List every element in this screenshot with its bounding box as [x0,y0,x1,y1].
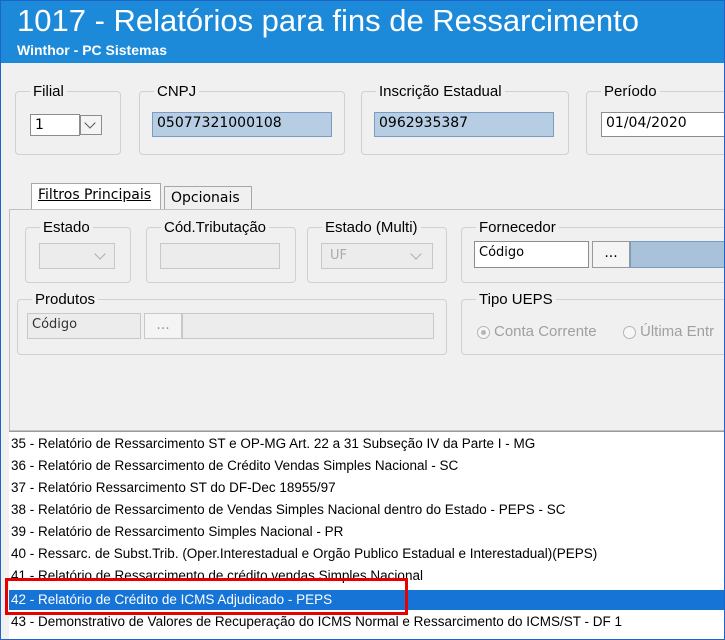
estado-multi-label: Estado (Multi) [325,219,418,236]
filial-value: 1 [35,117,44,133]
list-item[interactable]: 38 - Relatório de Ressarcimento de Venda… [11,500,566,520]
estado-label: Estado [43,219,90,236]
produtos-search-button-label: ... [156,317,170,333]
periodo-field[interactable]: 01/04/2020 [601,112,724,137]
tab-filtros-principais-label: Filtros Principais [38,187,152,203]
cnpj-value: 05077321000108 [157,115,282,131]
list-item[interactable]: 37 - Relatório Ressarcimento ST do DF-De… [11,478,336,498]
fornecedor-search-button[interactable]: ... [592,241,630,268]
fornecedor-search-button-label: ... [604,245,618,261]
fornecedor-name-field [630,241,724,268]
cod-tributacao-label: Cód.Tributação [164,219,266,236]
fornecedor-code-placeholder: Código [479,245,525,260]
window-title: 1017 - Relatórios para fins de Ressarcim… [17,3,640,38]
estado-multi-select[interactable]: UF [321,243,433,269]
conta-corrente-radio[interactable] [477,326,490,339]
list-item[interactable]: 36 - Relatório de Ressarcimento de Crédi… [11,456,458,476]
filial-select[interactable]: 1 [30,114,80,136]
filial-dropdown-button[interactable] [80,115,102,135]
tab-filtros-principais[interactable]: Filtros Principais [31,183,161,210]
inscricao-field[interactable]: 0962935387 [374,112,554,137]
tab-opcionais-label: Opcionais [171,190,240,206]
app-window: 1017 - Relatórios para fins de Ressarcim… [0,0,725,640]
estado-select[interactable] [39,243,115,269]
tipo-ueps-label: Tipo UEPS [479,291,553,308]
list-item[interactable]: 43 - Demonstrativo de Valores de Recuper… [11,612,622,632]
produtos-label: Produtos [35,291,96,308]
fornecedor-code-input[interactable]: Código [474,241,589,268]
fornecedor-label: Fornecedor [479,219,556,236]
periodo-label: Período [604,83,657,100]
chevron-down-icon [84,117,96,129]
estado-multi-value: UF [330,248,347,263]
ultima-entrada-radio[interactable] [623,326,636,339]
cod-tributacao-field[interactable] [160,243,280,269]
produtos-code-input[interactable]: Código [27,313,141,339]
window-subtitle: Winthor - PC Sistemas [17,42,168,58]
inscricao-value: 0962935387 [379,115,469,131]
list-item[interactable]: 35 - Relatório de Ressarcimento ST e OP-… [11,434,535,454]
tab-opcionais[interactable]: Opcionais [164,186,252,210]
title-bar: 1017 - Relatórios para fins de Ressarcim… [1,1,724,63]
periodo-value: 01/04/2020 [606,115,687,131]
ultima-entrada-label: Última Entr [640,323,715,340]
radio-selected-dot [481,330,486,335]
produtos-code-placeholder: Código [32,317,78,332]
inscricao-label: Inscrição Estadual [379,83,502,100]
conta-corrente-label: Conta Corrente [494,323,597,340]
chevron-down-icon [94,248,106,260]
chevron-down-icon [410,248,422,260]
produtos-search-button[interactable]: ... [144,313,182,339]
filial-label: Filial [33,83,64,100]
highlight-box [5,578,408,615]
cnpj-label: CNPJ [157,83,197,100]
cnpj-field[interactable]: 05077321000108 [152,112,332,137]
produtos-name-field [182,313,434,339]
list-item[interactable]: 40 - Ressarc. de Subst.Trib. (Oper.Inter… [11,544,597,564]
list-item[interactable]: 39 - Relatório de Ressarcimento Simples … [11,522,343,542]
